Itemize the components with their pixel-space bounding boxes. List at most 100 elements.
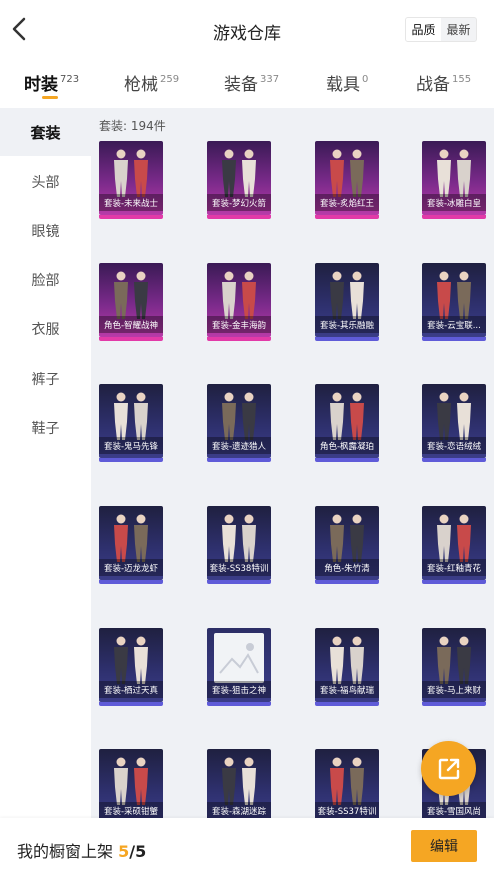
outfit-thumbnail: 套装-梦幻火箭 [207,141,271,215]
outfit-card[interactable]: 角色-枫露凝珀 [315,384,379,462]
outfit-thumbnail: 套装-福鸟献瑞 [315,628,379,702]
sidebar-item-pants[interactable]: 裤子 [0,355,91,403]
outfit-card[interactable]: 套装-遗迹猎人 [207,384,271,462]
sidebar-item-sets[interactable]: 套装 [0,108,91,156]
rarity-bar [315,458,379,462]
showcase-total-count: /5 [129,842,147,861]
outfit-name: 套装-未来战士 [99,194,163,211]
tab-vehicles[interactable]: 载具 0 [326,70,368,95]
outfit-thumbnail: 套装-采硕钳蟹 [99,749,163,818]
outfit-card[interactable]: 套装-未来战士 [99,141,163,219]
outfit-card[interactable]: 套装-迈龙龙虾 [99,506,163,584]
outfit-thumbnail: 套装-栖过天真 [99,628,163,702]
character-figures [437,392,471,440]
outfit-card[interactable]: 套装-采硕钳蟹 [99,749,163,818]
outfit-name: 套装-红釉青花 [422,559,486,576]
sidebar: 套装 头部 眼镜 脸部 衣服 裤子 鞋子 [0,108,91,818]
outfit-name: 角色-朱竹清 [315,559,379,576]
outfit-card[interactable]: 套装-云宝联... [422,263,486,341]
rarity-bar [315,337,379,341]
showcase-bar: 我的橱窗上架 5/5 编辑 [0,818,494,875]
outfit-name: 套装-恋语绒绒 [422,437,486,454]
outfit-thumbnail: 套装-狙击之神 [207,628,271,702]
outfit-name: 套装-鬼马先锋 [99,437,163,454]
character-figures [222,271,256,319]
sort-quality-option[interactable]: 品质 [406,18,441,41]
outfit-card[interactable]: 套装-马上来财 [422,628,486,706]
sidebar-item-face[interactable]: 脸部 [0,256,91,304]
outfit-name: 套装-冰雕白皇 [422,194,486,211]
outfit-name: 套装-狙击之神 [207,681,271,698]
sidebar-item-head[interactable]: 头部 [0,158,91,206]
character-figures [114,392,148,440]
rarity-bar [315,215,379,219]
sidebar-item-shoes[interactable]: 鞋子 [0,404,91,452]
outfit-card[interactable]: 套装-狙击之神 [207,628,271,706]
tab-label: 时装 [24,75,58,95]
outfit-card[interactable]: 套装-金丰海韵 [207,263,271,341]
edit-button[interactable]: 编辑 [411,830,477,862]
rarity-bar [422,458,486,462]
outfit-thumbnail: 套装-SS38特训 [207,506,271,580]
tab-equipment[interactable]: 装备 337 [224,70,279,95]
outfit-card[interactable]: 套装-森湖迷踪 [207,749,271,818]
tab-supplies[interactable]: 战备 155 [416,70,471,95]
outfit-thumbnail: 套装-鬼马先锋 [99,384,163,458]
outfit-thumbnail: 角色-朱竹清 [315,506,379,580]
outfit-card[interactable]: 套装-炙焰红王 [315,141,379,219]
outfit-card[interactable]: 套装-栖过天真 [99,628,163,706]
outfit-card[interactable]: 套装-SS38特训 [207,506,271,584]
sidebar-item-glasses[interactable]: 眼镜 [0,207,91,255]
rarity-bar [99,215,163,219]
character-figures [330,636,364,684]
outfit-card[interactable]: 角色-朱竹清 [315,506,379,584]
outfit-name: 套装-其乐融融 [315,316,379,333]
character-figures [222,149,256,197]
outfit-card[interactable]: 套装-梦幻火箭 [207,141,271,219]
rarity-bar [99,702,163,706]
active-tab-indicator [42,96,58,99]
item-count: 套装: 194件 [99,119,166,133]
rarity-bar [207,337,271,341]
outfit-name: 角色-智耀战神 [99,316,163,333]
character-figures [222,757,256,805]
outfit-name: 套装-栖过天真 [99,681,163,698]
tab-count: 723 [60,74,80,85]
outfit-name: 套装-金丰海韵 [207,316,271,333]
rarity-bar [207,215,271,219]
tab-fashion[interactable]: 时装 723 [24,70,79,95]
category-tabs: 时装 723 枪械 259 装备 337 载具 0 战备 155 [0,58,494,108]
outfit-name: 套装-SS38特训 [207,559,271,576]
tab-guns[interactable]: 枪械 259 [124,70,179,95]
outfit-thumbnail: 套装-炙焰红王 [315,141,379,215]
outfit-name: 套装-SS37特训 [315,802,379,818]
outfit-name: 套装-炙焰红王 [315,194,379,211]
tab-label: 战备 [416,75,450,95]
outfit-thumbnail: 角色-枫露凝珀 [315,384,379,458]
rarity-bar [422,580,486,584]
outfit-thumbnail: 套装-遗迹猎人 [207,384,271,458]
tab-count: 337 [260,74,280,85]
outfit-card[interactable]: 套装-福鸟献瑞 [315,628,379,706]
character-figures [222,392,256,440]
outfit-card[interactable]: 套装-其乐融融 [315,263,379,341]
rarity-bar [315,580,379,584]
outfit-card[interactable]: 套装-红釉青花 [422,506,486,584]
sidebar-item-clothes[interactable]: 衣服 [0,305,91,353]
sort-latest-option[interactable]: 最新 [441,18,476,41]
character-figures [330,757,364,805]
outfit-name: 套装-梦幻火箭 [207,194,271,211]
share-fab-button[interactable] [421,741,476,796]
character-figures [114,514,148,562]
character-figures [437,514,471,562]
outfit-name: 套装-雪国风尚 [422,802,486,818]
outfit-card[interactable]: 套装-冰雕白皇 [422,141,486,219]
outfit-name: 套装-遗迹猎人 [207,437,271,454]
rarity-bar [99,458,163,462]
outfit-card[interactable]: 套装-恋语绒绒 [422,384,486,462]
outfit-card[interactable]: 套装-SS37特训 [315,749,379,818]
outfit-card[interactable]: 套装-鬼马先锋 [99,384,163,462]
item-grid-panel[interactable]: 套装: 194件 套装-未来战士 套装-梦幻火箭 套装-炙焰红王 套装-冰雕白皇角色-… [91,108,494,818]
outfit-thumbnail: 套装-冰雕白皇 [422,141,486,215]
outfit-card[interactable]: 角色-智耀战神 [99,263,163,341]
